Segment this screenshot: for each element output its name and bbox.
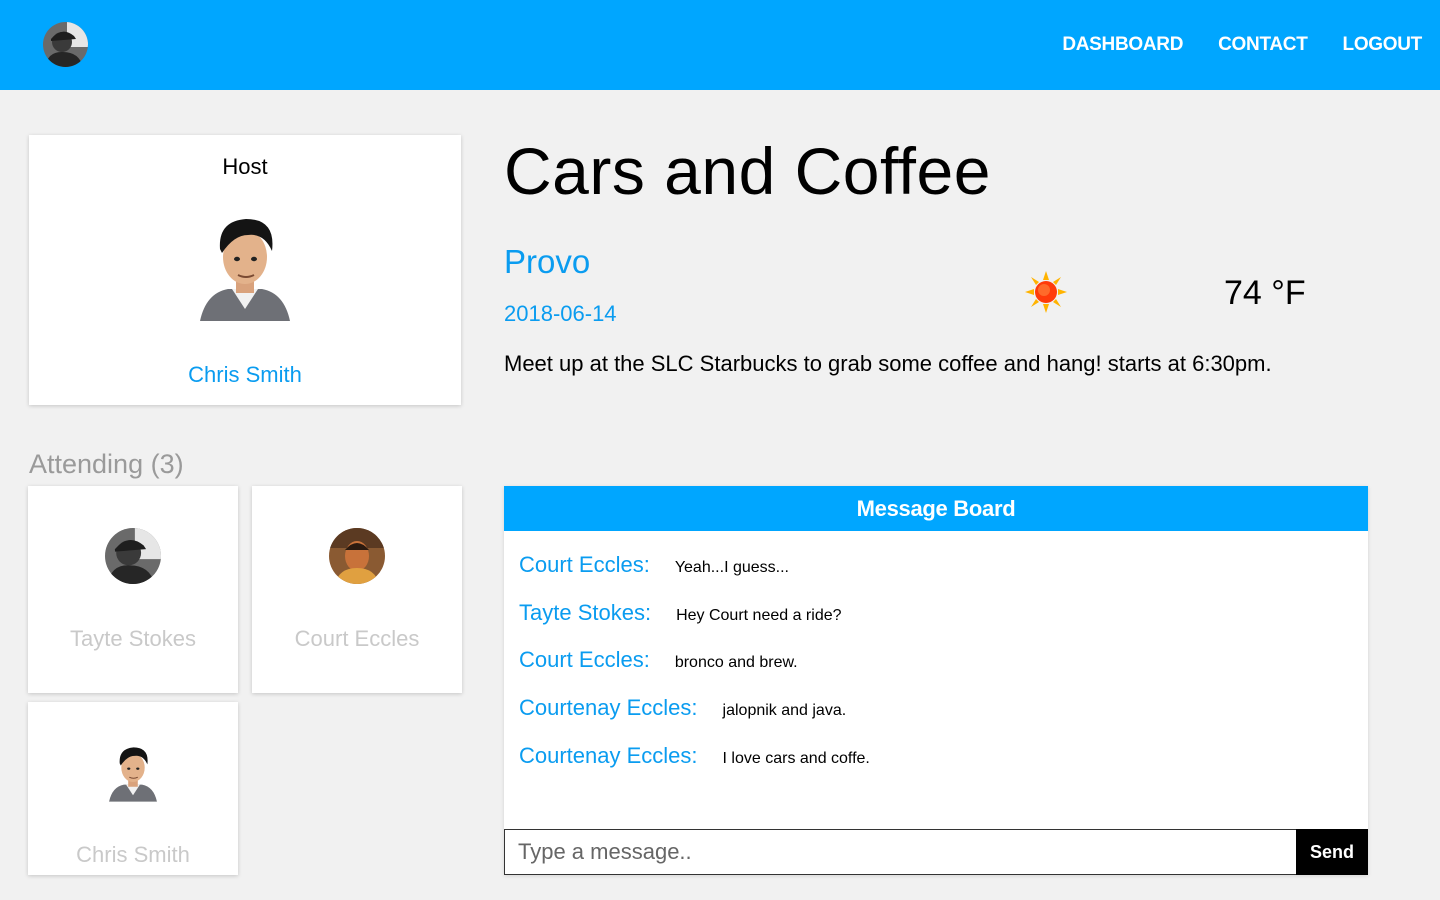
event-description: Meet up at the SLC Starbucks to grab som… [504,351,1272,376]
message-text: Yeah...I guess... [674,559,789,576]
message-text: jalopnik and java. [722,702,847,719]
attending-title: Attending (3) [29,449,184,479]
message-author[interactable]: Courtenay Eccles: [519,695,698,721]
message-board: Message Board Court Eccles: Yeah...I gue… [504,486,1368,875]
message-item: Court Eccles: bronco and brew. [519,647,798,673]
message-text: Hey Court need a ride? [676,607,842,624]
message-input[interactable] [504,829,1297,875]
host-card: Host Chris Smith [29,135,461,405]
event-title: Cars and Coffee [504,134,991,208]
host-title: Host [222,154,268,179]
host-avatar[interactable] [198,213,292,325]
attendee-name[interactable]: Tayte Stokes [28,626,238,652]
message-item: Courtenay Eccles: jalopnik and java. [519,695,846,721]
message-item: Court Eccles: Yeah...I guess... [519,552,789,578]
attendee-name[interactable]: Court Eccles [252,626,462,652]
message-author[interactable]: Court Eccles: [519,552,650,578]
nav-contact-link[interactable]: CONTACT [1218,34,1308,56]
event-city: Provo [504,243,591,280]
message-text: bronco and brew. [674,654,798,671]
nav-dashboard-link[interactable]: DASHBOARD [1062,34,1183,56]
attendee-avatar [108,744,158,804]
message-author[interactable]: Court Eccles: [519,647,650,673]
event-date: 2018-06-14 [504,301,617,326]
nav-links: DASHBOARD CONTACT LOGOUT [1062,34,1422,56]
attendee-name[interactable]: Chris Smith [28,842,238,868]
top-navbar: DASHBOARD CONTACT LOGOUT [0,0,1440,90]
message-author[interactable]: Tayte Stokes: [519,600,651,626]
nav-logout-link[interactable]: LOGOUT [1343,34,1423,56]
attendee-avatar [105,528,161,584]
attendee-card[interactable]: Chris Smith [28,702,238,875]
message-item: Tayte Stokes: Hey Court need a ride? [519,600,842,626]
host-name-link[interactable]: Chris Smith [29,362,461,388]
attendee-card[interactable]: Court Eccles [252,486,462,693]
attendee-avatar [329,528,385,584]
message-item: Courtenay Eccles: I love cars and coffe. [519,743,870,769]
message-author[interactable]: Courtenay Eccles: [519,743,698,769]
send-button[interactable]: Send [1296,829,1368,875]
user-avatar[interactable] [43,22,88,67]
temperature: 74 °F [1224,274,1306,312]
message-board-title: Message Board [504,486,1368,531]
attendee-card[interactable]: Tayte Stokes [28,486,238,693]
message-text: I love cars and coffe. [722,750,870,767]
sun-icon [1024,270,1068,314]
